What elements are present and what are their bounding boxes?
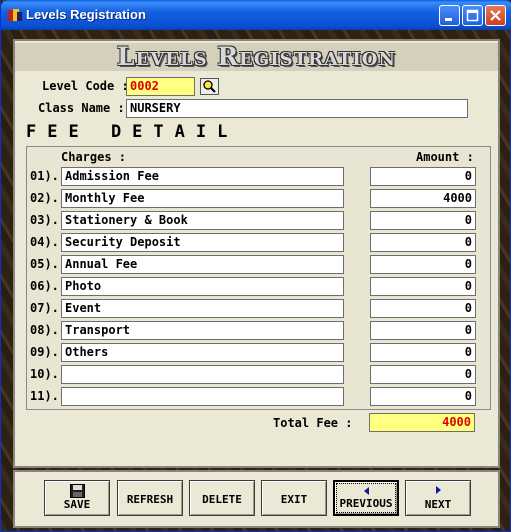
- save-label: SAVE: [63, 498, 91, 511]
- charges-header: Charges :: [61, 150, 127, 164]
- minimize-icon: [445, 18, 452, 21]
- exit-button[interactable]: EXIT: [261, 480, 327, 516]
- row-number: 07).: [30, 301, 59, 315]
- level-code-label: Level Code :: [42, 79, 129, 93]
- previous-label: PREVIOUS: [339, 497, 393, 510]
- row-number: 08).: [30, 323, 59, 337]
- refresh-label: REFRESH: [126, 493, 174, 506]
- row-number: 11).: [30, 389, 59, 403]
- amount-field[interactable]: 0: [370, 365, 476, 384]
- charge-field[interactable]: Admission Fee: [61, 167, 344, 186]
- row-number: 02).: [30, 191, 59, 205]
- window: Levels Registration Levels Registration …: [0, 0, 511, 532]
- amount-field[interactable]: 0: [370, 255, 476, 274]
- amount-field[interactable]: 0: [370, 277, 476, 296]
- amount-field[interactable]: 0: [370, 299, 476, 318]
- amount-field[interactable]: 0: [370, 343, 476, 362]
- amount-header: Amount :: [416, 150, 474, 164]
- title-bar: Levels Registration: [1, 0, 511, 30]
- previous-arrow-icon: [364, 487, 369, 495]
- maximize-icon: [466, 9, 479, 22]
- total-fee-label: Total Fee :: [273, 416, 353, 430]
- maximize-button[interactable]: [462, 5, 483, 26]
- row-number: 03).: [30, 213, 59, 227]
- row-number: 01).: [30, 169, 59, 183]
- close-icon: [490, 10, 501, 21]
- refresh-button[interactable]: REFRESH: [117, 480, 183, 516]
- close-button[interactable]: [485, 5, 506, 26]
- amount-field[interactable]: 0: [370, 233, 476, 252]
- charge-field[interactable]: Annual Fee: [61, 255, 344, 274]
- next-arrow-icon: [436, 486, 441, 494]
- charge-field[interactable]: Transport: [61, 321, 344, 340]
- form-panel: Levels Registration Level Code : 0002 Cl…: [13, 39, 500, 468]
- delete-button[interactable]: DELETE: [189, 480, 255, 516]
- charge-field[interactable]: Event: [61, 299, 344, 318]
- charge-field[interactable]: [61, 365, 344, 384]
- class-name-label: Class Name :: [38, 101, 125, 115]
- page-heading: Levels Registration: [15, 43, 498, 71]
- amount-field[interactable]: 0: [370, 167, 476, 186]
- button-bar: SAVE REFRESH DELETE EXIT PREVIOUS NEXT: [13, 470, 500, 528]
- row-number: 04).: [30, 235, 59, 249]
- charge-field[interactable]: Stationery & Book: [61, 211, 344, 230]
- row-number: 10).: [30, 367, 59, 381]
- class-name-field[interactable]: NURSERY: [126, 99, 468, 118]
- fee-detail-panel: Charges : Amount : 01). Admission Fee 0 …: [26, 146, 491, 410]
- save-icon: [70, 484, 85, 498]
- amount-field[interactable]: 0: [370, 211, 476, 230]
- charge-field[interactable]: Photo: [61, 277, 344, 296]
- exit-label: EXIT: [280, 493, 308, 506]
- search-button[interactable]: [200, 78, 219, 95]
- row-number: 09).: [30, 345, 59, 359]
- amount-field[interactable]: 0: [370, 387, 476, 406]
- next-label: NEXT: [424, 498, 452, 511]
- search-icon: [203, 80, 216, 93]
- row-number: 06).: [30, 279, 59, 293]
- save-button[interactable]: SAVE: [44, 480, 110, 516]
- app-icon: [8, 9, 22, 21]
- total-fee-field: 4000: [369, 413, 475, 432]
- fee-detail-title: FEE DETAIL: [26, 122, 239, 142]
- previous-button[interactable]: PREVIOUS: [333, 480, 399, 516]
- minimize-button[interactable]: [439, 5, 460, 26]
- charge-field[interactable]: Others: [61, 343, 344, 362]
- charge-field[interactable]: Monthly Fee: [61, 189, 344, 208]
- row-number: 05).: [30, 257, 59, 271]
- amount-field[interactable]: 4000: [370, 189, 476, 208]
- charge-field[interactable]: [61, 387, 344, 406]
- level-code-field[interactable]: 0002: [126, 77, 195, 96]
- amount-field[interactable]: 0: [370, 321, 476, 340]
- next-button[interactable]: NEXT: [405, 480, 471, 516]
- charge-field[interactable]: Security Deposit: [61, 233, 344, 252]
- delete-label: DELETE: [202, 493, 242, 506]
- window-title: Levels Registration: [26, 7, 146, 22]
